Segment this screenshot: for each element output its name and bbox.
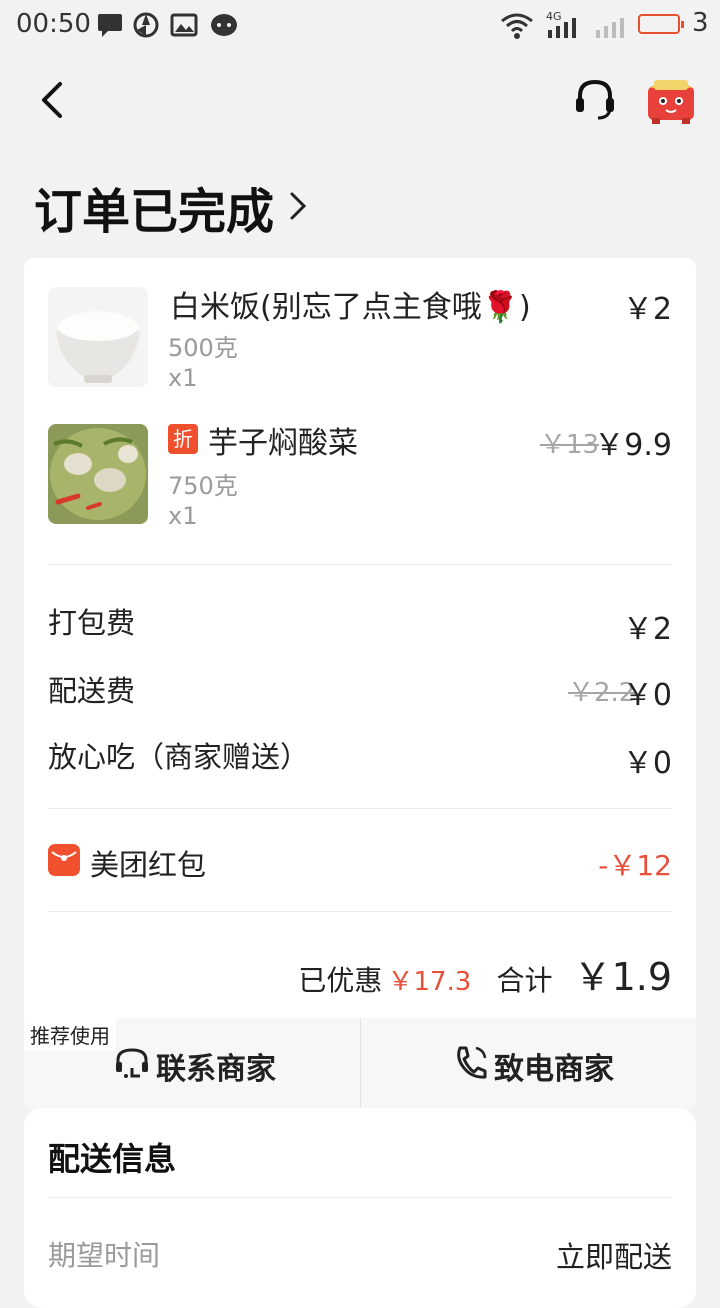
customer-service-icon[interactable] xyxy=(572,76,618,122)
back-button[interactable] xyxy=(38,80,68,120)
order-summary: 已优惠 ￥17.3 合计 ￥1.9 xyxy=(298,946,672,999)
contact-merchant-button[interactable]: 联系商家 xyxy=(24,1018,360,1110)
red-packet-icon xyxy=(48,844,80,876)
battery-icon xyxy=(638,14,684,34)
chevron-right-icon[interactable] xyxy=(288,190,308,222)
item-thumbnail-rice[interactable] xyxy=(48,287,148,387)
fee-value-delivery: ￥0 xyxy=(622,678,672,713)
total-label: 合计 xyxy=(496,964,553,997)
battery-level: 3 xyxy=(692,8,709,38)
divider xyxy=(48,911,672,912)
mascot-icon[interactable] xyxy=(644,70,698,126)
rice-image xyxy=(48,287,148,387)
item-original-price: ￥13 xyxy=(540,430,600,460)
merchant-actions-bar: 推荐使用 联系商家 致电商家 xyxy=(24,1018,696,1110)
phone-icon xyxy=(457,1046,487,1079)
item-price: ￥2 xyxy=(622,292,672,327)
expected-time-label: 期望时间 xyxy=(48,1239,161,1272)
signal-icon xyxy=(548,18,576,38)
item-spec: 750克 xyxy=(168,472,238,500)
item-spec: 500克 xyxy=(168,334,238,362)
message-icon xyxy=(98,14,122,37)
divider xyxy=(48,808,672,809)
delivery-info-card: 配送信息 期望时间 立即配送 xyxy=(24,1108,696,1308)
red-packet-value: -￥12 xyxy=(598,849,672,882)
aperture-icon xyxy=(133,12,159,38)
fee-label-delivery: 配送费 xyxy=(48,674,136,708)
expected-time-value: 立即配送 xyxy=(555,1240,672,1274)
call-merchant-button[interactable]: 致电商家 xyxy=(360,1018,696,1110)
discount-label: 已优惠 xyxy=(298,964,383,997)
fee-value-safe-eat: ￥0 xyxy=(622,746,672,781)
fee-label-safe-eat: 放心吃（商家赠送） xyxy=(48,740,310,774)
item-qty: x1 xyxy=(168,502,198,530)
total-value: ￥1.9 xyxy=(573,955,672,999)
item-thumbnail-dish[interactable] xyxy=(48,424,148,524)
fee-label-packing: 打包费 xyxy=(48,606,136,640)
order-status-title[interactable]: 订单已完成 xyxy=(34,172,274,242)
chat-icon xyxy=(116,1048,148,1078)
discount-badge: 折 xyxy=(168,424,198,454)
dish-image xyxy=(48,424,148,524)
signal-empty-icon xyxy=(596,18,624,38)
call-merchant-label: 致电商家 xyxy=(494,1052,614,1087)
item-name: 白米饭(别忘了点主食哦🌹) xyxy=(170,290,531,325)
chat-bubble-icon xyxy=(211,14,237,36)
item-name: 芋子焖酸菜 xyxy=(208,426,358,461)
item-price: ￥9.9 xyxy=(594,428,672,463)
red-packet-label: 美团红包 xyxy=(90,848,207,882)
status-time: 00:50 xyxy=(16,9,91,39)
delivery-section-title: 配送信息 xyxy=(48,1140,177,1178)
item-qty: x1 xyxy=(168,364,198,392)
discount-value: ￥17.3 xyxy=(387,967,472,997)
image-icon xyxy=(170,13,198,37)
contact-merchant-label: 联系商家 xyxy=(156,1052,276,1087)
fee-value-packing: ￥2 xyxy=(622,612,672,647)
divider xyxy=(48,1197,672,1198)
status-bar: 00:50 4G 3 xyxy=(0,0,720,50)
wifi-icon xyxy=(501,13,533,39)
order-detail-card: 白米饭(别忘了点主食哦🌹) 500克 x1 ￥2 折 芋子焖酸菜 750克 x1… xyxy=(24,258,696,1110)
divider xyxy=(48,564,672,565)
